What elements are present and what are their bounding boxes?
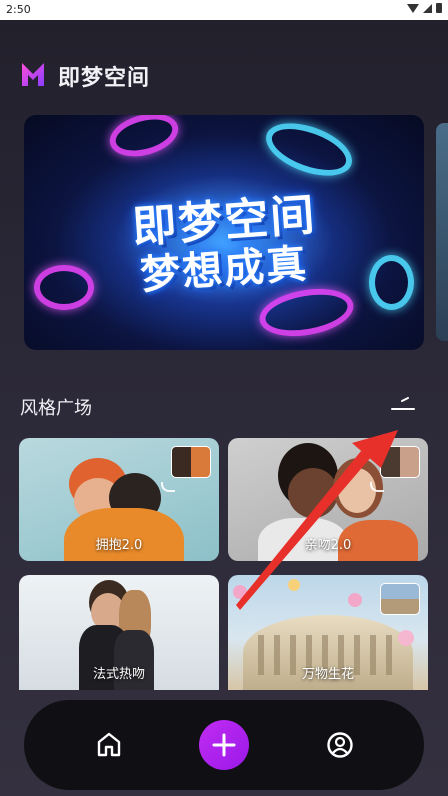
chevron-right-icon[interactable]	[388, 394, 418, 414]
banner-ring	[259, 115, 359, 187]
person-face	[338, 468, 376, 513]
card-label: 万物生花	[301, 667, 354, 682]
style-card-hug[interactable]: 拥抱2.0	[19, 438, 219, 561]
home-icon[interactable]	[94, 729, 124, 759]
style-card-kiss[interactable]: 亲吻2.0	[228, 438, 428, 561]
status-time: 2:50	[6, 3, 31, 16]
flower	[233, 585, 247, 599]
person-face	[288, 468, 338, 518]
bottom-navigation	[24, 700, 424, 790]
m-logo-icon	[22, 63, 44, 86]
banner-ring	[105, 115, 183, 164]
swap-arrow-icon	[161, 482, 175, 492]
style-card-bloom[interactable]: 万物生花	[228, 575, 428, 690]
reference-thumbnail	[171, 446, 211, 478]
signal-icon	[423, 3, 432, 13]
battery-icon	[436, 3, 442, 13]
flower	[398, 630, 414, 646]
style-card-french-kiss[interactable]: 法式热吻	[19, 575, 219, 690]
hero-banner[interactable]: 即梦空间 梦想成真	[24, 115, 424, 350]
profile-icon[interactable]	[326, 731, 354, 759]
status-bar: 2:50	[0, 0, 448, 20]
card-label: 亲吻2.0	[304, 538, 352, 553]
add-button[interactable]	[199, 720, 249, 770]
section-title: 风格广场	[20, 398, 92, 419]
reference-thumbnail	[380, 583, 420, 615]
flower	[348, 593, 362, 607]
status-icons	[407, 3, 442, 13]
card-label: 法式热吻	[92, 667, 145, 682]
next-banner-preview[interactable]	[436, 123, 448, 341]
app-title: 即梦空间	[58, 66, 151, 91]
card-label: 拥抱2.0	[95, 538, 143, 553]
flower	[288, 579, 300, 591]
plus-icon	[212, 733, 236, 757]
wifi-icon	[407, 3, 419, 13]
reference-thumbnail	[380, 446, 420, 478]
